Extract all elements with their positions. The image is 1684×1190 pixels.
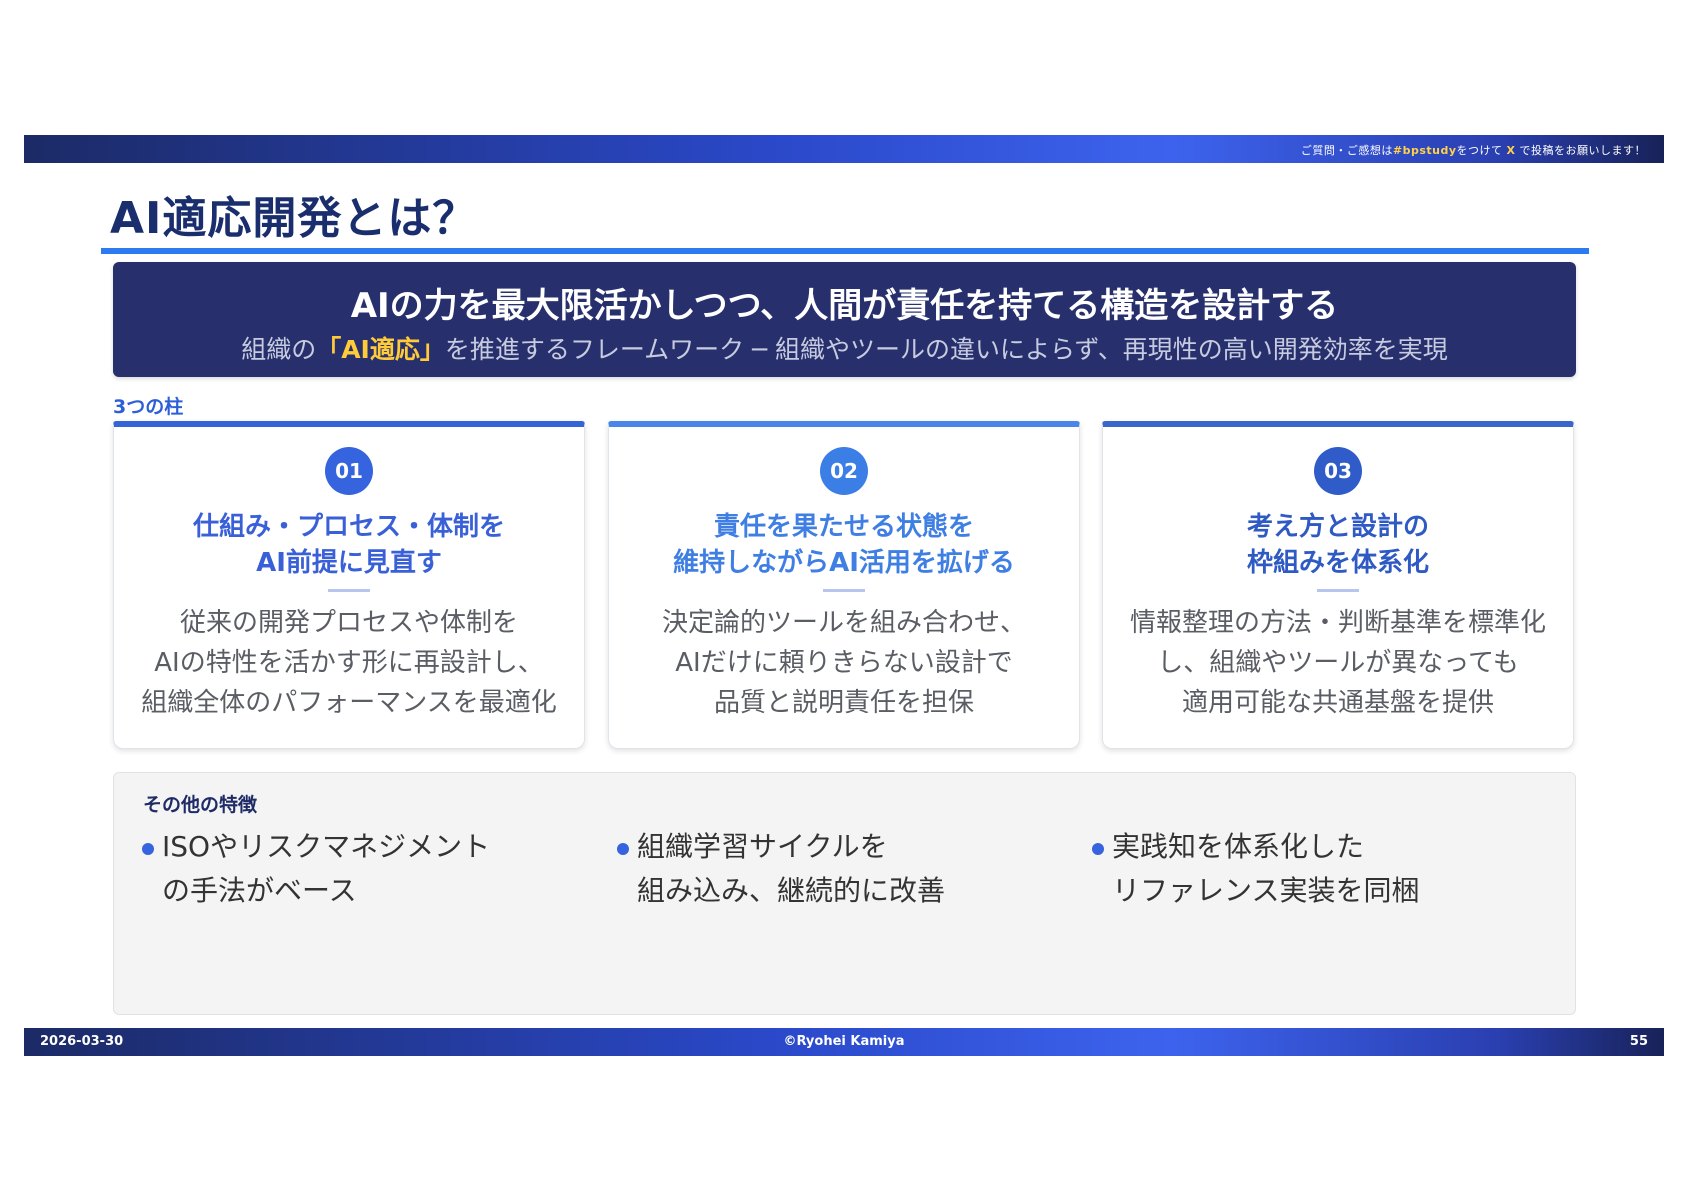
hero-sub-emphasis: 「AI適応」 [316, 335, 445, 364]
other-features-panel: その他の特徴 ISOやリスクマネジメント の手法がベース 組織学習サイクルを 組… [113, 772, 1576, 1015]
pillar-divider [1317, 589, 1359, 592]
pillar-number-badge: 02 [820, 447, 868, 495]
footer-copyright: ©Ryohei Kamiya [783, 1034, 905, 1049]
platform-name: X [1506, 144, 1516, 157]
feature-line: 実践知を体系化した [1112, 830, 1365, 863]
other-features-label: その他の特徴 [143, 794, 258, 816]
feature-item: 実践知を体系化した リファレンス実装を同梱 [1092, 825, 1419, 913]
pillar-description: 決定論的ツールを組み合わせ、 AIだけに頼りきらない設計で 品質と説明責任を担保 [609, 603, 1079, 723]
header-note: ご質問・ご感想は#bpstudyをつけて X で投稿をお願いします！ [1301, 142, 1646, 158]
feature-text: 実践知を体系化した リファレンス実装を同梱 [1112, 825, 1419, 913]
pillar-card-3: 03 考え方と設計の 枠組みを体系化 情報整理の方法・判断基準を標準化 し、組織… [1102, 421, 1574, 749]
pillar-card-1: 01 仕組み・プロセス・体制を AI前提に見直す 従来の開発プロセスや体制を A… [113, 421, 585, 749]
pillar-divider [328, 589, 370, 592]
pillar-desc-line: 決定論的ツールを組み合わせ、 [661, 608, 1026, 638]
page-number: 55 [1629, 1034, 1648, 1049]
hashtag: #bpstudy [1392, 144, 1457, 157]
feature-line: ISOやリスクマネジメント [162, 830, 491, 863]
footer-bar: 2026-03-30 ©Ryohei Kamiya 55 [24, 1028, 1664, 1056]
hero-banner: AIの力を最大限活かしつつ、人間が責任を持てる構造を設計する 組織の「AI適応」… [113, 262, 1576, 377]
title-underline [101, 248, 1589, 254]
pillar-desc-line: 品質と説明責任を担保 [713, 688, 974, 718]
pillar-title-line: AI前提に見直す [256, 548, 442, 578]
bullet-dot-icon [142, 843, 154, 855]
pillar-divider [823, 589, 865, 592]
feature-line: の手法がベース [162, 874, 357, 907]
feature-line: 組み込み、継続的に改善 [637, 874, 946, 907]
pillar-card-2: 02 責任を果たせる状態を 維持しながらAI活用を拡げる 決定論的ツールを組み合… [608, 421, 1080, 749]
pillar-title: 責任を果たせる状態を 維持しながらAI活用を拡げる [609, 509, 1079, 581]
pillar-desc-line: 組織全体のパフォーマンスを最適化 [141, 688, 557, 718]
pillar-title-line: 考え方と設計の [1246, 512, 1429, 542]
header-note-suffix: で投稿をお願いします！ [1519, 144, 1646, 157]
pillar-number-badge: 03 [1314, 447, 1362, 495]
pillar-desc-line: 適用可能な共通基盤を提供 [1181, 688, 1494, 718]
pillar-desc-line: 情報整理の方法・判断基準を標準化 [1129, 608, 1546, 638]
pillar-title-line: 維持しながらAI活用を拡げる [673, 548, 1015, 578]
header-bar: ご質問・ご感想は#bpstudyをつけて X で投稿をお願いします！ [24, 135, 1664, 163]
feature-text: ISOやリスクマネジメント の手法がベース [162, 825, 490, 913]
bullet-dot-icon [1092, 843, 1104, 855]
pillar-title: 仕組み・プロセス・体制を AI前提に見直す [114, 509, 584, 581]
hero-sub-suffix: を推進するフレームワーク ─ 組織やツールの違いによらず、再現性の高い開発効率を… [444, 335, 1448, 364]
pillar-title-line: 責任を果たせる状態を [713, 512, 974, 542]
page-title: AI適応開発とは？ [110, 193, 478, 244]
feature-item: 組織学習サイクルを 組み込み、継続的に改善 [617, 825, 945, 913]
hero-sub-prefix: 組織の [241, 335, 317, 364]
pillar-desc-line: AIだけに頼りきらない設計で [675, 648, 1013, 678]
feature-item: ISOやリスクマネジメント の手法がベース [142, 825, 490, 913]
pillar-title-line: 仕組み・プロセス・体制を [192, 512, 505, 542]
feature-line: 組織学習サイクルを [637, 830, 888, 863]
pillars-label: 3つの柱 [113, 396, 184, 418]
pillar-desc-line: し、組織やツールが異なっても [1157, 648, 1519, 678]
hero-subline: 組織の「AI適応」を推進するフレームワーク ─ 組織やツールの違いによらず、再現… [113, 330, 1576, 366]
pillar-desc-line: AIの特性を活かす形に再設計し、 [154, 648, 544, 678]
pillar-title: 考え方と設計の 枠組みを体系化 [1103, 509, 1573, 581]
pillar-title-line: 枠組みを体系化 [1246, 548, 1429, 578]
feature-line: リファレンス実装を同梱 [1112, 874, 1420, 907]
header-note-mid: をつけて [1456, 144, 1503, 157]
pillar-description: 従来の開発プロセスや体制を AIの特性を活かす形に再設計し、 組織全体のパフォー… [114, 603, 584, 723]
hero-headline: AIの力を最大限活かしつつ、人間が責任を持てる構造を設計する [350, 286, 1339, 326]
header-note-prefix: ご質問・ご感想は [1300, 144, 1393, 157]
pillar-description: 情報整理の方法・判断基準を標準化 し、組織やツールが異なっても 適用可能な共通基… [1103, 603, 1573, 723]
pillar-number-badge: 01 [325, 447, 373, 495]
pillar-desc-line: 従来の開発プロセスや体制を [179, 608, 518, 638]
feature-text: 組織学習サイクルを 組み込み、継続的に改善 [637, 825, 945, 913]
bullet-dot-icon [617, 843, 629, 855]
